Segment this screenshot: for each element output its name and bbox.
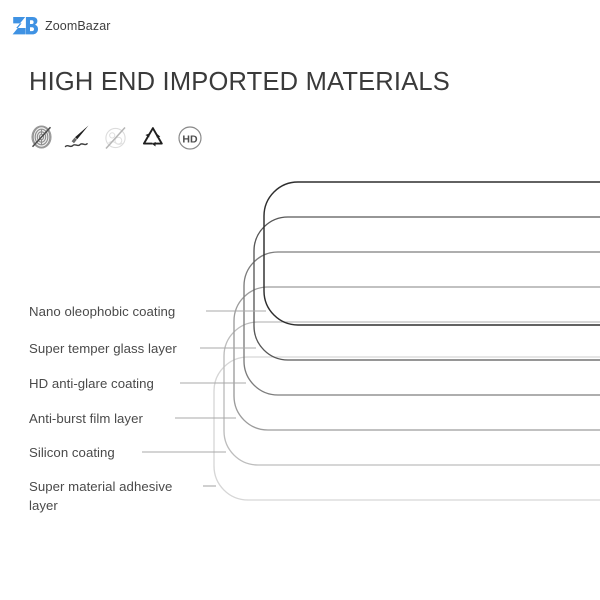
- layer-label-super-material-adhesive-layer: Super material adhesive layer: [29, 479, 173, 514]
- recycle-icon: [142, 127, 163, 147]
- page-title: HIGH END IMPORTED MATERIALS: [29, 68, 451, 96]
- anti-glare-no-reflection-icon: [105, 126, 126, 150]
- brand-name: ZoomBazar: [45, 18, 111, 33]
- scratch-resistant-knife-icon: [64, 125, 89, 148]
- layer-shape-4: [233, 286, 600, 431]
- layer-label-super-temper-glass-layer: Super temper glass layer: [29, 341, 177, 356]
- layer-shape-1: [263, 181, 600, 326]
- layer-shape-3: [243, 251, 600, 396]
- zb-monogram-icon: [12, 17, 38, 35]
- layer-label-silicon-coating: Silicon coating: [29, 445, 115, 460]
- layer-label-hd-anti-glare-coating: HD anti-glare coating: [29, 376, 154, 391]
- infographic-canvas: ZoomBazar HIGH END IMPORTED MATERIALS HD…: [0, 0, 600, 600]
- brand-logo[interactable]: ZoomBazar: [12, 14, 111, 38]
- anti-fingerprint-icon: [31, 125, 52, 149]
- layer-label-nano-oleophobic-coating: Nano oleophobic coating: [29, 304, 176, 319]
- svg-text:HD: HD: [182, 133, 198, 145]
- layer-shape-5: [223, 321, 600, 466]
- layer-shape-2: [253, 216, 600, 361]
- layer-shape-6: [213, 356, 600, 501]
- hd-badge-icon: HD: [178, 126, 202, 150]
- feature-icon-row: HD: [27, 121, 205, 155]
- layer-label-anti-burst-film-layer: Anti-burst film layer: [29, 411, 143, 426]
